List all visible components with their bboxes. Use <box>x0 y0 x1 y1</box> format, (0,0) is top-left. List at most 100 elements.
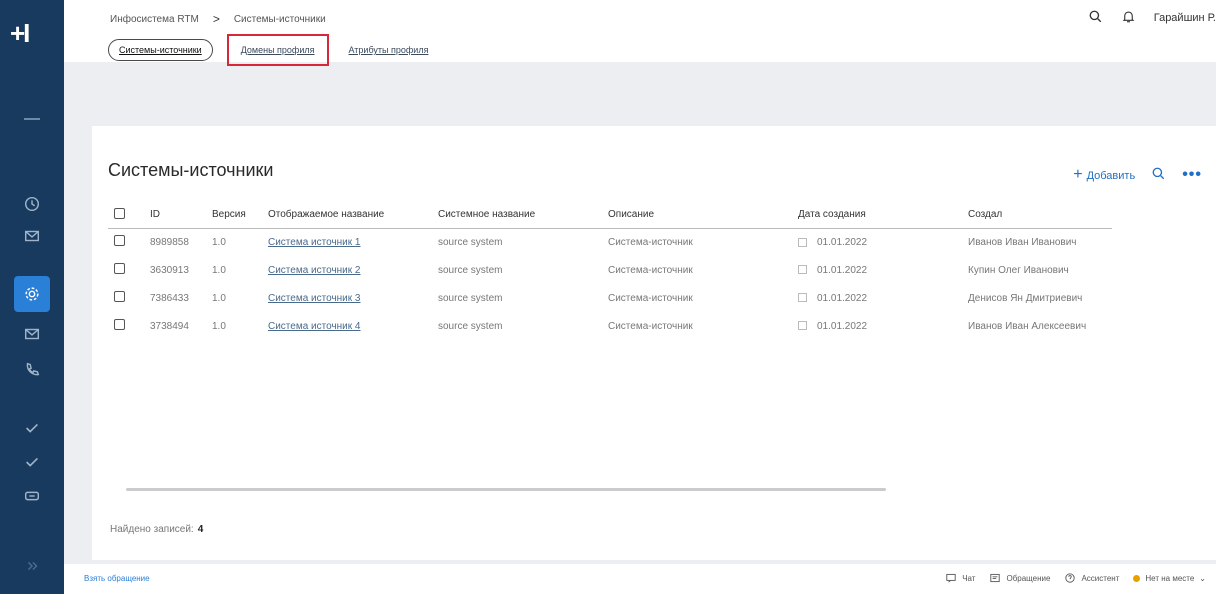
rail-history-icon[interactable] <box>0 186 64 222</box>
rail-check2-icon[interactable] <box>0 444 64 480</box>
status-dot <box>1133 574 1141 582</box>
calendar-icon <box>798 265 807 275</box>
cell-created-date-value: 01.01.2022 <box>817 236 868 248</box>
column-description[interactable]: Описание <box>602 202 792 229</box>
cell-system-name: source system <box>438 320 503 332</box>
tab-profile-domains[interactable]: Домены профиля <box>226 34 329 66</box>
assistant-icon <box>1065 573 1076 583</box>
tab-bar: Системы-источники Домены профиля Атрибут… <box>108 34 434 66</box>
cell-display-name-link[interactable]: Система источник 1 <box>262 228 432 256</box>
rail-phone-icon[interactable] <box>0 352 64 388</box>
tab-profile-attributes[interactable]: Атрибуты профиля <box>343 40 435 60</box>
header-search-icon[interactable] <box>1088 9 1103 27</box>
row-checkbox-cell <box>108 228 144 256</box>
card-toolbar: + Добавить ••• <box>1073 166 1202 184</box>
cell-created-by: Денисов Ян Дмитриевич <box>968 292 1083 304</box>
take-request-link[interactable]: Взять обращение <box>84 574 150 583</box>
left-rail: +I <box>0 0 64 594</box>
notifications-bell-icon[interactable] <box>1121 9 1136 27</box>
cell-created-date-value: 01.01.2022 <box>817 320 868 332</box>
chat-button[interactable]: Чат <box>945 572 975 584</box>
cell-system-name: source system <box>438 264 503 276</box>
chat-icon <box>946 573 956 583</box>
select-all-checkbox[interactable] <box>114 207 125 219</box>
row-checkbox-cell <box>108 312 144 340</box>
table-header-row: ID Версия Отображаемое название Системно… <box>108 202 1112 229</box>
chat-label: Чат <box>962 573 976 583</box>
row-checkbox-cell <box>108 284 144 312</box>
rail-collapse-icon[interactable] <box>0 548 64 584</box>
table-row[interactable]: 3738494 1.0 Система источник 4 source sy… <box>108 312 1112 340</box>
column-version[interactable]: Версия <box>206 202 262 229</box>
status-label: Нет на месте <box>1145 573 1195 583</box>
add-button-label: Добавить <box>1086 170 1136 182</box>
cell-created-by: Иванов Иван Алексеевич <box>968 320 1087 332</box>
user-name[interactable]: Гарайшин Р. <box>1154 12 1216 24</box>
breadcrumb: Инфосистема RTM > Системы-источники <box>110 12 326 26</box>
cell-version: 1.0 <box>212 264 226 276</box>
cell-id: 3630913 <box>150 264 189 276</box>
row-checkbox[interactable] <box>114 235 125 247</box>
footer-actions: Чат Обращение Ассистент Нет на месте ⌄ <box>945 572 1206 584</box>
cell-system-name: source system <box>438 292 503 304</box>
rail-divider <box>24 118 40 120</box>
bottom-bar: Взять обращение Чат Обращение Ассистент … <box>64 564 1216 594</box>
cell-id: 3738494 <box>150 320 189 332</box>
requests-icon <box>990 573 1001 583</box>
row-checkbox[interactable] <box>114 263 125 274</box>
breadcrumb-item-current: Системы-источники <box>233 13 326 25</box>
add-button[interactable]: + Добавить <box>1073 166 1135 184</box>
cell-created-date-value: 01.01.2022 <box>817 264 868 276</box>
app-logo[interactable]: +I <box>10 18 30 49</box>
chevron-down-icon: ⌄ <box>1199 573 1206 583</box>
status-selector[interactable]: Нет на месте ⌄ <box>1133 574 1206 583</box>
cell-id: 7386433 <box>150 292 189 304</box>
cell-display-name-link[interactable]: Система источник 4 <box>262 312 432 340</box>
cell-created-date-value: 01.01.2022 <box>817 292 868 304</box>
row-checkbox-cell <box>108 256 144 284</box>
records-found-count: 4 <box>197 524 204 535</box>
cell-system-name: source system <box>438 236 503 248</box>
source-systems-table: ID Версия Отображаемое название Системно… <box>108 202 1112 340</box>
rail-mail-icon[interactable] <box>0 218 64 254</box>
cell-description: Система-источник <box>608 292 693 304</box>
page-title: Системы-источники <box>108 160 274 180</box>
cell-version: 1.0 <box>212 292 226 304</box>
column-created-by[interactable]: Создал <box>962 202 1112 229</box>
cell-created-by: Купин Олег Иванович <box>968 264 1069 276</box>
rail-inbox-icon[interactable] <box>0 316 64 352</box>
row-checkbox[interactable] <box>114 291 125 302</box>
requests-label: Обращение <box>1006 573 1051 583</box>
cell-display-name-link[interactable]: Система источник 2 <box>262 256 432 284</box>
column-system-name[interactable]: Системное название <box>432 202 602 229</box>
calendar-icon <box>798 293 807 303</box>
more-options-icon[interactable]: ••• <box>1182 166 1202 184</box>
column-id[interactable]: ID <box>144 202 206 229</box>
tab-source-systems[interactable]: Системы-источники <box>108 39 213 61</box>
top-header: Инфосистема RTM > Системы-источники Гара… <box>64 0 1216 66</box>
table-row[interactable]: 7386433 1.0 Система источник 3 source sy… <box>108 284 1112 312</box>
header-actions: Гарайшин Р. <box>1088 9 1216 27</box>
table-row[interactable]: 8989858 1.0 Система источник 1 source sy… <box>108 228 1112 256</box>
select-all-cell <box>108 202 144 229</box>
cell-display-name-link[interactable]: Система источник 3 <box>262 284 432 312</box>
column-display-name[interactable]: Отображаемое название <box>262 202 432 229</box>
table-row[interactable]: 3630913 1.0 Система источник 2 source sy… <box>108 256 1112 284</box>
records-found-label: Найдено записей: <box>110 524 194 535</box>
table-search-icon[interactable] <box>1151 166 1166 184</box>
breadcrumb-separator: > <box>212 12 220 26</box>
cell-description: Система-источник <box>608 320 693 332</box>
rail-settings-icon[interactable] <box>14 276 50 312</box>
column-created-date[interactable]: Дата создания <box>792 202 962 229</box>
requests-button[interactable]: Обращение <box>989 572 1050 584</box>
horizontal-scrollbar[interactable] <box>126 488 886 491</box>
row-checkbox[interactable] <box>114 319 125 330</box>
main-card: Системы-источники + Добавить ••• ID Верси… <box>92 126 1216 560</box>
rail-ticket-icon[interactable] <box>0 478 64 514</box>
assistant-button[interactable]: Ассистент <box>1064 572 1119 584</box>
cell-description: Система-источник <box>608 264 693 276</box>
rail-check-icon[interactable] <box>0 410 64 446</box>
cell-created-date: 01.01.2022 <box>792 256 962 284</box>
breadcrumb-item-root[interactable]: Инфосистема RTM <box>110 14 199 25</box>
cell-created-date: 01.01.2022 <box>792 228 962 256</box>
